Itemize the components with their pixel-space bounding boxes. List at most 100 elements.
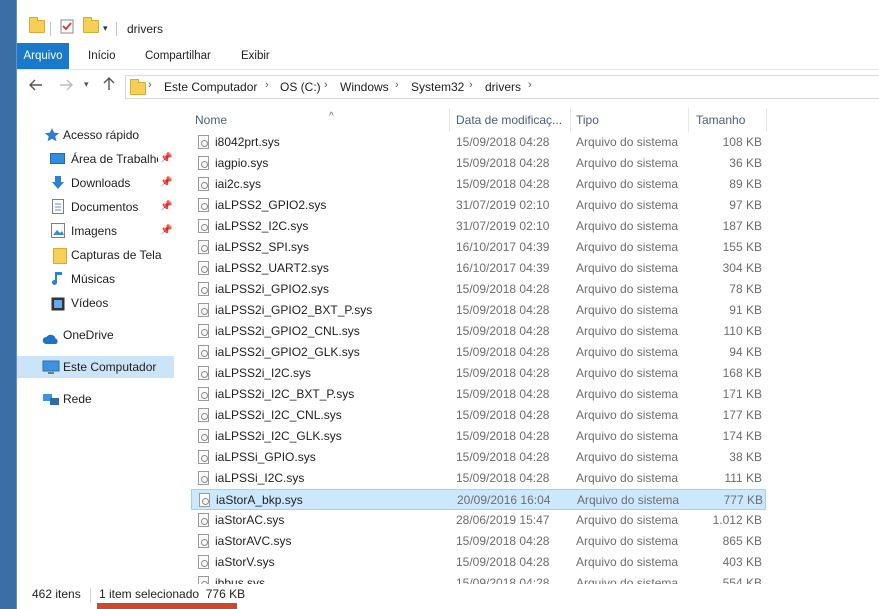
file-row[interactable]: iaLPSS2i_GPIO2_CNL.sys 15/09/2018 04:28 Ar… [191, 321, 766, 342]
forward-arrow-icon[interactable] [59, 78, 73, 94]
tab-arquivo[interactable]: Arquivo [17, 43, 69, 69]
column-header-size[interactable]: Tamanho [696, 109, 745, 131]
file-row[interactable]: iagpio.sys 15/09/2018 04:28 Arquivo do sis… [191, 153, 766, 174]
file-type: Arquivo do sistema [576, 576, 679, 584]
breadcrumb-separator-icon[interactable]: › [469, 79, 473, 91]
file-row[interactable]: ibbus.sys 15/09/2018 04:28 Arquivo do sist… [191, 573, 766, 584]
breadcrumb-separator-icon[interactable]: › [324, 79, 328, 91]
file-name: iaLPSS2_UART2.sys [215, 261, 329, 275]
system-file-icon [198, 345, 209, 359]
file-row[interactable]: iai2c.sys 15/09/2018 04:28 Arquivo do sist… [191, 174, 766, 195]
nav-item-label: Este Computador [63, 360, 157, 374]
file-type: Arquivo do sistema [576, 198, 679, 212]
system-file-icon [198, 261, 209, 275]
nav-item-rede[interactable]: Rede [17, 388, 174, 410]
file-row[interactable]: iaLPSSi_GPIO.sys 15/09/2018 04:28 Arquivo … [191, 447, 766, 468]
nav-item-videos[interactable]: Vídeos [17, 292, 174, 314]
file-row[interactable]: iaLPSS2i_I2C_CNL.sys 15/09/2018 04:28 Arqu… [191, 405, 766, 426]
nav-item-label: Rede [63, 392, 92, 406]
file-date: 15/09/2018 04:28 [456, 471, 550, 485]
file-date: 15/09/2018 04:28 [456, 534, 550, 548]
file-row[interactable]: iaLPSS2_UART2.sys 16/10/2017 04:39 Arquivo… [191, 258, 766, 279]
title-bar: ▾ drivers [17, 0, 879, 43]
breadcrumb-separator-icon[interactable]: › [148, 79, 152, 91]
breadcrumb-separator-icon[interactable]: › [265, 79, 269, 91]
file-row[interactable]: i8042prt.sys 15/09/2018 04:28 Arquivo do s… [191, 132, 766, 153]
file-name: iaStorA_bkp.sys [216, 493, 303, 507]
file-date: 15/09/2018 04:28 [456, 366, 550, 380]
cloud-icon [42, 330, 58, 344]
up-arrow-icon[interactable] [103, 77, 115, 94]
file-row[interactable]: iaLPSS2_I2C.sys 31/07/2019 02:10 Arquivo d… [191, 216, 766, 237]
file-name: iai2c.sys [215, 177, 262, 191]
column-header-name[interactable]: Nome ^ [195, 109, 334, 131]
recent-locations-chevron-icon[interactable]: ▾ [84, 79, 89, 90]
address-bar[interactable]: › Este Computador › OS (C:) › Windows › … [125, 75, 879, 99]
file-size: 174 KB [722, 429, 762, 443]
file-row[interactable]: iaLPSS2i_GPIO2_BXT_P.sys 15/09/2018 04:28… [191, 300, 766, 321]
file-row[interactable]: iaStorV.sys 15/09/2018 04:28 Arquivo do si… [191, 552, 766, 573]
file-date: 15/09/2018 04:28 [456, 576, 550, 584]
nav-item-documentos[interactable]: Documentos 📌 [17, 196, 174, 218]
desktop-icon [50, 153, 65, 164]
breadcrumb-os-c[interactable]: OS (C:) [280, 80, 321, 94]
nav-item-onedrive[interactable]: OneDrive [17, 324, 174, 346]
file-type: Arquivo do sistema [576, 429, 679, 443]
nav-item-capturas-de-tela[interactable]: Capturas de Tela [17, 244, 174, 266]
back-arrow-icon[interactable] [29, 78, 43, 94]
column-divider[interactable] [766, 108, 767, 132]
nav-item-area-de-trabalho[interactable]: Área de Trabalho 📌 [17, 148, 174, 170]
nav-item-imagens[interactable]: Imagens 📌 [17, 220, 174, 242]
system-file-icon [198, 576, 209, 584]
pin-icon[interactable]: 📌 [160, 148, 172, 170]
breadcrumb-windows[interactable]: Windows [340, 80, 389, 94]
file-row[interactable]: iaStorAC.sys 28/06/2019 15:47 Arquivo do s… [191, 510, 766, 531]
file-name: iaStorV.sys [215, 555, 275, 569]
system-file-icon [198, 408, 209, 422]
breadcrumb-drivers[interactable]: drivers [485, 80, 521, 94]
file-size: 304 KB [722, 261, 762, 275]
file-row[interactable]: iaLPSS2_GPIO2.sys 31/07/2019 02:10 Arquivo… [191, 195, 766, 216]
file-row[interactable]: iaLPSSi_I2C.sys 15/09/2018 04:28 Arquivo d… [191, 468, 766, 489]
nav-item-label: Área de Trabalho [71, 152, 158, 166]
breadcrumb-system32[interactable]: System32 [411, 80, 464, 94]
nav-item-acesso-rapido[interactable]: Acesso rápido [17, 124, 174, 146]
file-size: 36 KB [729, 156, 762, 170]
file-name: iaLPSSi_I2C.sys [215, 471, 305, 485]
file-size: 777 KB [723, 493, 763, 507]
nav-item-downloads[interactable]: Downloads 📌 [17, 172, 174, 194]
customize-toolbar-chevron-icon[interactable]: ▾ [103, 23, 108, 34]
breadcrumb-este-computador[interactable]: Este Computador [164, 80, 257, 94]
file-row[interactable]: iaLPSS2i_I2C_BXT_P.sys 15/09/2018 04:28 Ar… [191, 384, 766, 405]
pin-icon[interactable]: 📌 [160, 172, 172, 194]
file-row[interactable]: iaStorAVC.sys 15/09/2018 04:28 Arquivo do … [191, 531, 766, 552]
file-row[interactable]: iaLPSS2i_GPIO2.sys 15/09/2018 04:28 Arquiv… [191, 279, 766, 300]
nav-item-este-computador[interactable]: Este Computador [17, 356, 174, 378]
breadcrumb-separator-icon[interactable]: › [528, 79, 532, 91]
system-file-icon [198, 534, 209, 548]
file-row[interactable]: iaLPSS2_SPI.sys 16/10/2017 04:39 Arquivo d… [191, 237, 766, 258]
column-divider[interactable] [688, 108, 689, 132]
file-type: Arquivo do sistema [576, 408, 679, 422]
column-divider[interactable] [449, 108, 450, 132]
file-type: Arquivo do sistema [577, 493, 680, 507]
nav-item-musicas[interactable]: Músicas [17, 268, 174, 290]
file-size: 168 KB [722, 366, 762, 380]
system-file-icon [198, 156, 209, 170]
tab-compartilhar[interactable]: Compartilhar [134, 43, 222, 69]
column-header-type[interactable]: Tipo [576, 109, 599, 131]
tab-exibir[interactable]: Exibir [230, 43, 281, 69]
pin-icon[interactable]: 📌 [160, 220, 172, 242]
file-name: iaLPSS2i_I2C.sys [215, 366, 312, 380]
pin-icon[interactable]: 📌 [160, 196, 172, 218]
file-row[interactable]: iaStorA_bkp.sys 20/09/2016 16:04 Arquivo d… [191, 489, 766, 510]
file-row[interactable]: iaLPSS2i_I2C.sys 15/09/2018 04:28 Arquivo … [191, 363, 766, 384]
tab-inicio[interactable]: Início [77, 43, 127, 69]
file-row[interactable]: iaLPSS2i_I2C_GLK.sys 15/09/2018 04:28 Arqu… [191, 426, 766, 447]
file-row[interactable]: iaLPSS2i_GPIO2_GLK.sys 15/09/2018 04:28 Ar… [191, 342, 766, 363]
breadcrumb-separator-icon[interactable]: › [395, 79, 399, 91]
navigation-pane: Acesso rápido Área de Trabalho 📌 Downloa… [17, 104, 182, 584]
column-header-date[interactable]: Data de modificaç... [456, 109, 562, 131]
column-divider[interactable] [570, 108, 571, 132]
properties-icon[interactable] [60, 18, 74, 37]
